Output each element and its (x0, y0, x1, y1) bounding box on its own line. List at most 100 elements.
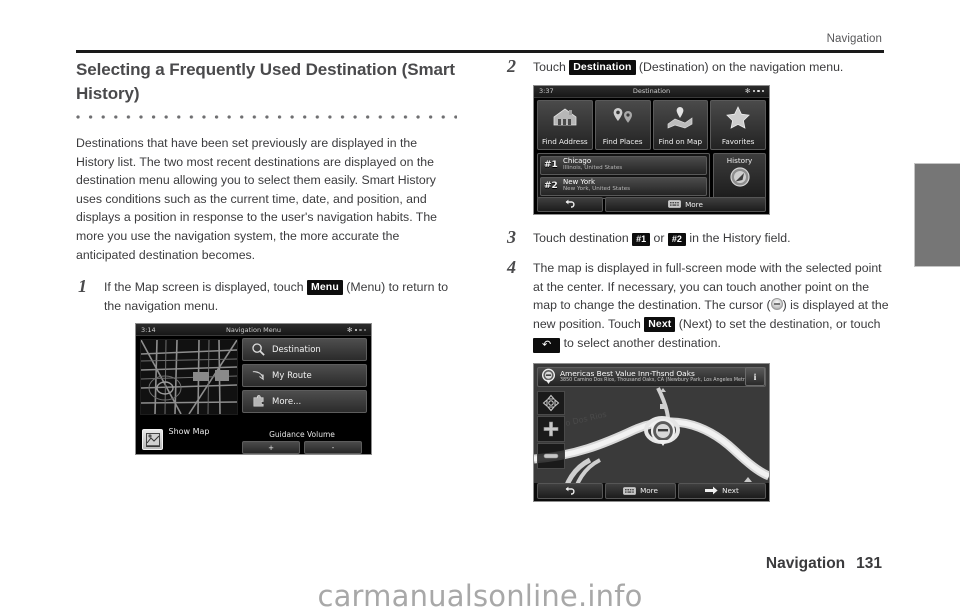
nav-status-icons: ✻ (347, 326, 366, 334)
nav-button-my-route[interactable]: My Route (242, 364, 367, 388)
step-1: 1 If the Map screen is displayed, touch … (76, 276, 466, 456)
keyboard-icon (623, 486, 636, 495)
left-column: Selecting a Frequently Used Destination … (76, 58, 466, 456)
destination-screenshot: 3:37 Destination ✻ Find Address Find Pla… (533, 84, 770, 215)
tile-favorites-label: Favorites (721, 136, 755, 146)
tile-find-places-label: Find Places (602, 136, 643, 146)
poi-info-button[interactable]: i (745, 367, 765, 387)
tile-find-on-map[interactable]: Find on Map (652, 99, 709, 150)
nav-button-more-label: More... (272, 396, 302, 407)
back-arrow-icon (565, 486, 575, 495)
right-column: 2 Touch Destination (Destination) on the… (505, 56, 895, 502)
keyboard-icon (668, 200, 681, 208)
cursor-icon (770, 298, 783, 311)
map-thumbnail-graphic (141, 340, 237, 415)
tile-find-address[interactable]: Find Address (537, 99, 593, 150)
zoom-in-button[interactable] (537, 415, 565, 442)
intro-paragraph: Destinations that have been set previous… (76, 136, 437, 262)
step-2: 2 Touch Destination (Destination) on the… (505, 56, 895, 215)
step-3-text-after: in the History field. (685, 230, 791, 245)
address-house-icon (553, 108, 577, 125)
guidance-volume-plus[interactable]: + (242, 441, 300, 455)
map-more-label: More (640, 486, 658, 496)
nav-menu-bottom-bar: Guidance Volume + - (136, 427, 371, 455)
dest-status-icons: ✻ (745, 87, 764, 95)
history-item-1-text: Chicago Illinois, United States (563, 158, 622, 171)
destination-tiles: Find Address Find Places Find on Map Fav… (537, 99, 766, 150)
signal-dot-2 (757, 89, 760, 93)
nav-button-destination[interactable]: Destination (242, 338, 367, 362)
history-item-1-sub: Illinois, United States (563, 164, 623, 171)
step-4-text-p4: to select another destination. (560, 335, 721, 350)
page-title: Selecting a Frequently Used Destination … (76, 60, 455, 103)
pan-tool-button[interactable] (537, 390, 565, 415)
next-arrow-icon (705, 486, 718, 495)
destination-key-badge: Destination (569, 60, 636, 75)
footer-chapter: Navigation (765, 555, 846, 572)
satellite-icon: ✻ (745, 87, 751, 96)
map-pin-icon (668, 106, 693, 129)
dest-back-button[interactable] (537, 196, 603, 212)
menu-key-badge: Menu (307, 280, 343, 296)
map-back-button[interactable] (537, 482, 603, 499)
history-item-1[interactable]: #1 Chicago Illinois, United States (540, 155, 707, 175)
nav-button-more[interactable]: More... (242, 390, 367, 414)
zoom-out-button[interactable] (537, 442, 565, 469)
map-mode-icon (145, 432, 160, 447)
guidance-volume-minus[interactable]: - (304, 441, 362, 455)
step-3-text: Touch destination #1 or #2 in the Histor… (533, 229, 895, 248)
satellite-icon: ✻ (347, 325, 353, 334)
header-rule (76, 50, 884, 53)
map-tools (537, 390, 565, 470)
dest-more-label: More (685, 199, 703, 209)
map-thumbnail[interactable] (140, 339, 238, 416)
step-4-number: 4 (507, 257, 516, 278)
history-button[interactable]: History (713, 152, 766, 199)
manual-page: Navigation Selecting a Frequently Used D… (0, 0, 960, 613)
tile-find-address-label: Find Address (542, 136, 588, 146)
map-next-button[interactable]: Next (678, 482, 766, 499)
poi-info-text: Americas Best Value Inn-Thsnd Oaks 3850 … (560, 370, 745, 383)
map-next-label: Next (722, 486, 739, 496)
step-4-text: The map is displayed in full-screen mode… (533, 259, 895, 353)
dotted-divider (76, 115, 457, 123)
zoom-in-icon (543, 421, 559, 436)
poi-name: Americas Best Value Inn-Thsnd Oaks (560, 369, 695, 378)
step-3-text-mid: or (650, 230, 668, 245)
history-item-2-badge: #2 (544, 181, 558, 192)
chapter-tab-marker (914, 163, 960, 267)
history-item-2-sub: New York, United States (563, 185, 631, 192)
dest-more-button[interactable]: More (605, 196, 766, 212)
step-2-text: Touch Destination (Destination) on the n… (533, 58, 895, 77)
pan-icon (542, 394, 560, 411)
step-1-number: 1 (78, 276, 87, 297)
signal-dot-2 (359, 328, 362, 332)
step-2-number: 2 (507, 56, 516, 76)
map-more-button[interactable]: More (605, 482, 676, 499)
map-footer: More Next (534, 482, 769, 501)
footer-page-number: 131 (856, 555, 882, 572)
navigation-menu-screenshot: 3:14 Navigation Menu ✻ Show Map Destinat… (135, 323, 372, 456)
back-key-badge: ↶ (533, 337, 561, 353)
next-key-badge: Next (644, 316, 676, 332)
map-result-screenshot: o Dos Rios Americas Best Value Inn-Thsnd… (533, 362, 770, 502)
step-2-text-after: (Destination) on the navigation menu. (635, 60, 844, 74)
map-canvas[interactable]: o Dos Rios Americas Best Value Inn-Thsnd… (534, 363, 769, 501)
magnifier-icon (252, 343, 265, 357)
guidance-volume-label: Guidance Volume (269, 430, 335, 440)
nav-status-title: Navigation Menu (226, 325, 281, 334)
step-3-number: 3 (507, 226, 516, 247)
running-head: Navigation (826, 33, 882, 45)
zoom-out-icon (543, 453, 559, 458)
tile-favorites[interactable]: Favorites (710, 99, 766, 150)
history-item-2-text: New York New York, United States (563, 179, 630, 192)
tile-find-places[interactable]: Find Places (594, 99, 651, 150)
history-1-key-badge: #1 (632, 232, 651, 246)
map-mode-button[interactable] (142, 429, 163, 451)
step-4-text-p3: (Next) to set the destination, or touch (675, 316, 881, 331)
history-list: #1 Chicago Illinois, United States #2 Ne… (537, 152, 710, 199)
compass-icon (729, 166, 750, 187)
history-item-2[interactable]: #2 New York New York, United States (540, 176, 707, 196)
history-item-1-badge: #1 (544, 160, 558, 171)
poi-info-bar[interactable]: Americas Best Value Inn-Thsnd Oaks 3850 … (537, 366, 766, 387)
